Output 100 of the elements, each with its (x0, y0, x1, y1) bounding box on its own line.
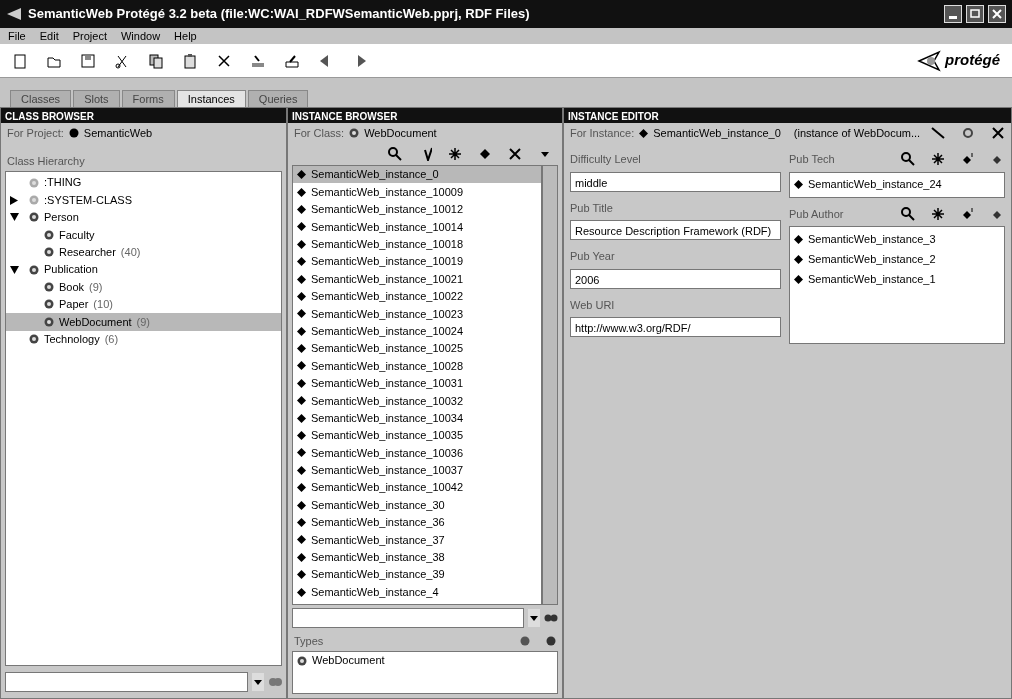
project-icon (68, 128, 79, 138)
instance-item[interactable]: SemanticWeb_instance_10025 (293, 339, 541, 358)
expanded-icon[interactable] (10, 213, 19, 222)
tree-item[interactable]: Publication (6, 260, 281, 279)
instance-item[interactable]: SemanticWeb_instance_1 (790, 269, 1004, 289)
instance-item[interactable]: SemanticWeb_instance_10012 (293, 200, 541, 219)
minimize-button[interactable] (944, 5, 962, 23)
instance-item[interactable]: SemanticWeb_instance_30 (293, 496, 541, 514)
instance-item[interactable]: SemanticWeb_instance_10035 (293, 426, 541, 445)
field-label: Pub Author (789, 206, 844, 222)
panel-header: INSTANCE EDITOR (564, 108, 1011, 123)
class-icon (349, 128, 360, 138)
project-label: For Project: (7, 125, 64, 141)
tree-item[interactable]: Researcher (40) (6, 243, 281, 261)
scrollbar[interactable] (542, 165, 558, 605)
menu-item[interactable]: Window (120, 27, 161, 45)
instance-item[interactable]: SemanticWeb_instance_36 (293, 513, 541, 532)
instance-of-text: (instance of WebDocum... (793, 125, 921, 141)
tree-item[interactable]: Book (9) (6, 278, 281, 296)
tree-item[interactable]: :THING (6, 174, 281, 192)
copy-icon[interactable] (148, 52, 164, 69)
instance-item[interactable]: SemanticWeb_instance_10018 (293, 235, 541, 253)
menu-item[interactable]: Project (72, 27, 107, 45)
text-field[interactable]: http://www.w3.org/RDF/ (570, 317, 781, 337)
instance-item[interactable]: SemanticWeb_instance_10037 (293, 461, 541, 480)
instance-item[interactable]: SemanticWeb_instance_2 (790, 249, 1004, 269)
menu-item[interactable]: Help (174, 27, 197, 45)
class-icon (44, 247, 54, 258)
types-label: Types (294, 633, 324, 649)
instance-item[interactable]: SemanticWeb_instance_0 (293, 166, 541, 184)
new-file-icon[interactable] (12, 52, 28, 69)
instance-item[interactable]: SemanticWeb_instance_10032 (293, 392, 541, 410)
maximize-button[interactable] (966, 5, 984, 23)
tree-item[interactable]: WebDocument (9) (6, 313, 281, 331)
instance-item[interactable]: SemanticWeb_instance_10036 (293, 444, 541, 462)
type-item[interactable]: WebDocument (293, 652, 557, 670)
instance-item[interactable]: SemanticWeb_instance_39 (293, 566, 541, 584)
save-icon[interactable] (80, 52, 96, 69)
instance-item[interactable]: SemanticWeb_instance_10034 (293, 409, 541, 427)
tree-item[interactable]: Faculty (6, 226, 281, 244)
instance-name: SemanticWeb_instance_0 (653, 125, 781, 141)
instance-item[interactable]: SemanticWeb_instance_37 (293, 531, 541, 549)
instance-item[interactable]: SemanticWeb_instance_10028 (293, 357, 541, 375)
instance-item[interactable]: SemanticWeb_instance_4 (293, 583, 541, 601)
tree-item[interactable]: Person (6, 208, 281, 227)
instance-icon[interactable] (478, 147, 492, 161)
instance-icon (639, 128, 649, 138)
tree-item[interactable]: Paper (10) (6, 295, 281, 314)
tab[interactable]: Queries (247, 90, 309, 107)
expanded-icon[interactable] (10, 265, 19, 274)
class-label: For Class: (294, 125, 345, 141)
class-icon (44, 229, 54, 240)
find-instance-icon[interactable] (901, 152, 915, 167)
tree-item[interactable]: Technology (6) (6, 330, 281, 348)
search-field[interactable] (292, 608, 524, 628)
instance-label: For Instance: (570, 125, 635, 141)
instance-item[interactable]: SemanticWeb_instance_38 (293, 548, 541, 566)
tree-item[interactable]: :SYSTEM-CLASS (6, 191, 281, 209)
field-label: Pub Year (570, 249, 616, 264)
dropdown-icon[interactable] (252, 673, 264, 691)
class-icon (44, 316, 54, 327)
instance-item[interactable]: SemanticWeb_instance_10023 (293, 305, 541, 323)
field-label: Pub Tech (789, 152, 835, 167)
menu-item[interactable]: File (8, 27, 26, 45)
tab[interactable]: Classes (10, 90, 72, 107)
instance-item[interactable]: SemanticWeb_instance_3 (790, 229, 1004, 249)
tab[interactable]: Instances (176, 90, 246, 107)
collapsed-icon[interactable] (10, 195, 18, 205)
project-name: SemanticWeb (83, 125, 153, 141)
field-label: Web URI (570, 297, 616, 313)
dropdown-icon[interactable] (528, 609, 540, 627)
delete-icon[interactable] (508, 147, 522, 161)
panel-header: INSTANCE BROWSER (288, 108, 562, 123)
text-field[interactable]: middle (570, 171, 781, 192)
instance-item[interactable]: SemanticWeb_instance_10009 (293, 183, 541, 201)
text-field[interactable]: 2006 (570, 268, 781, 289)
paste-icon[interactable] (182, 52, 198, 69)
instance-item[interactable]: SemanticWeb_instance_10014 (293, 218, 541, 236)
close-icon[interactable] (991, 126, 1005, 140)
logo-icon (917, 49, 941, 72)
instance-item[interactable]: SemanticWeb_instance_10024 (293, 322, 541, 340)
menu-item[interactable]: Edit (39, 27, 59, 45)
delete-icon[interactable] (216, 52, 232, 69)
search-field[interactable] (5, 672, 248, 692)
class-icon (29, 212, 39, 223)
find-instance-icon[interactable] (901, 206, 915, 221)
instance-item[interactable]: SemanticWeb_instance_10021 (293, 270, 541, 288)
instance-item[interactable]: SemanticWeb_instance_10042 (293, 479, 541, 497)
close-button[interactable] (988, 5, 1006, 23)
minimize-icon (949, 15, 957, 19)
text-field[interactable]: Resource Description Framework (RDF) (570, 220, 781, 240)
window-title: SemanticWeb Protégé 3.2 beta (file:WC:WAI_RDFWSemanticWeb.pprj, RDF Files) (28, 5, 530, 24)
tab[interactable]: Slots (73, 90, 120, 107)
instance-item[interactable]: SemanticWeb_instance_10022 (293, 287, 541, 306)
instance-item[interactable]: SemanticWeb_instance_10019 (293, 252, 541, 271)
tab[interactable]: Forms (121, 90, 175, 107)
find-instance-icon[interactable] (388, 147, 402, 161)
instance-item[interactable]: SemanticWeb_instance_24 (790, 174, 1004, 195)
class-icon (29, 264, 39, 275)
instance-item[interactable]: SemanticWeb_instance_10031 (293, 374, 541, 393)
